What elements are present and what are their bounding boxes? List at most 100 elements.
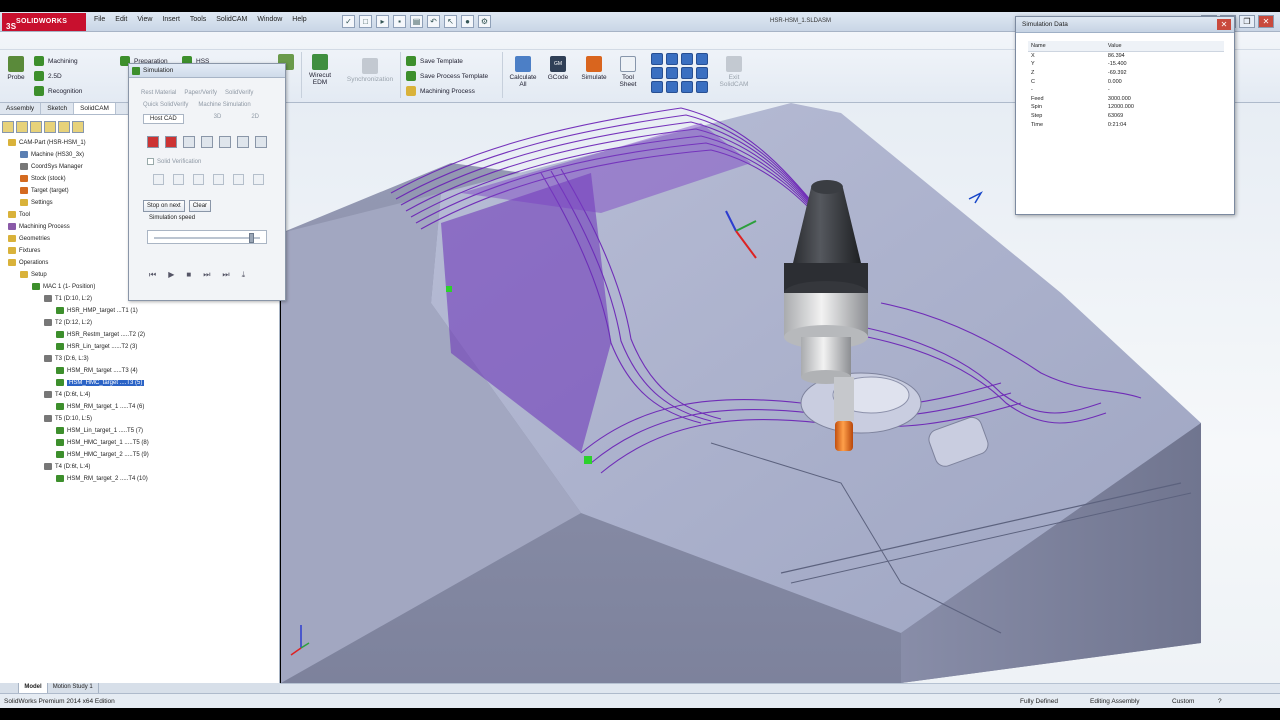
view-icon[interactable]	[681, 81, 693, 93]
2-5d-button[interactable]: 2.5D	[34, 71, 62, 81]
tab-solidverify[interactable]: SolidVerify	[225, 90, 253, 96]
simulation-data-title[interactable]: Simulation Data	[1016, 17, 1234, 33]
tree-node[interactable]: Geometries	[8, 235, 50, 242]
solid-verification-checkbox[interactable]: Solid Verification	[147, 158, 201, 165]
tree-node[interactable]: Machining Process	[8, 223, 70, 230]
tree-node[interactable]: CAM-Part (HSR-HSM_1)	[8, 139, 86, 146]
tree-operation[interactable]: HSM_HMC_target_1 .....T5 (8)	[56, 439, 149, 446]
tab-machine-simulation[interactable]: Machine Simulation	[198, 102, 250, 108]
menu-help[interactable]: Help	[292, 16, 306, 23]
view-icon[interactable]	[681, 67, 693, 79]
open-icon[interactable]: ▸	[376, 15, 389, 28]
view-icon[interactable]	[696, 67, 708, 79]
tab-solidcam[interactable]: SolidCAM	[74, 103, 116, 114]
end-icon[interactable]: ⏭	[222, 270, 229, 280]
tab-quick-solidverify[interactable]: Quick SolidVerify	[143, 102, 188, 108]
tree-tool-icon[interactable]	[30, 121, 42, 133]
tab-blank[interactable]	[0, 683, 20, 693]
tab-assembly[interactable]: Assembly	[0, 103, 42, 114]
play-icon[interactable]: ▶	[168, 270, 174, 280]
tool-shape-icon[interactable]	[201, 136, 213, 148]
status-help-icon[interactable]: ?	[1218, 698, 1222, 705]
tab-motion-study[interactable]: Motion Study 1	[48, 683, 99, 693]
option-icon[interactable]	[233, 174, 244, 185]
pin-icon[interactable]: ✓	[342, 15, 355, 28]
tree-operation[interactable]: HSM_RM_target .....T3 (4)	[56, 367, 138, 374]
horizontal-scrollbar[interactable]	[280, 683, 1280, 693]
holder-display-icon[interactable]	[165, 136, 177, 148]
menu-solidcam[interactable]: SolidCAM	[216, 16, 247, 23]
tree-operation[interactable]: HSM_RM_target_2 .....T4 (10)	[56, 475, 148, 482]
calculate-all-button[interactable]: Calculate All	[506, 56, 540, 88]
tool-sheet-button[interactable]: Tool Sheet	[616, 56, 640, 88]
tree-operation[interactable]: HSM_HMC_target ....T3 (5)	[56, 379, 145, 386]
tree-tool-icon[interactable]	[16, 121, 28, 133]
tree-operation[interactable]: HSR_Lin_target ......T2 (3)	[56, 343, 137, 350]
view-icon[interactable]	[696, 81, 708, 93]
view-icon[interactable]	[651, 81, 663, 93]
save-icon[interactable]: ▪	[393, 15, 406, 28]
tab-3d[interactable]: 3D	[214, 114, 222, 124]
machining-button[interactable]: Machining	[34, 56, 78, 66]
rebuild-icon[interactable]: ●	[461, 15, 474, 28]
option-icon[interactable]	[153, 174, 164, 185]
save-template-button[interactable]: Save Template	[406, 56, 463, 66]
toolpath-display-icon[interactable]	[183, 136, 195, 148]
tree-node[interactable]: T2 (D:12, L:2)	[44, 319, 92, 326]
tree-node[interactable]: Setup	[20, 271, 47, 278]
step-icon[interactable]: ⏭	[203, 270, 210, 280]
tree-node[interactable]: T4 (D:6t, L:4)	[44, 391, 90, 398]
stop-icon[interactable]: ■	[186, 270, 191, 280]
simulation-title[interactable]: Simulation	[129, 64, 285, 78]
grid-display-icon[interactable]	[255, 136, 267, 148]
wirecut-edm-button[interactable]: Wirecut EDM	[306, 54, 334, 86]
gcode-button[interactable]: GM GCode	[544, 56, 572, 81]
tab-model[interactable]: Model	[19, 683, 48, 693]
view-icon[interactable]	[666, 81, 678, 93]
tree-operation[interactable]: HSR_Restm_target .....T2 (2)	[56, 331, 145, 338]
tree-tool-icon[interactable]	[58, 121, 70, 133]
view-icon[interactable]	[681, 53, 693, 65]
recognition-button[interactable]: Recognition	[34, 86, 82, 96]
tree-tool-icon[interactable]	[72, 121, 84, 133]
tree-node[interactable]: Stock (stock)	[20, 175, 66, 182]
tree-node[interactable]: T4 (D:6t, L:4)	[44, 463, 90, 470]
probe-button[interactable]: Probe	[6, 56, 26, 81]
menu-edit[interactable]: Edit	[115, 16, 127, 23]
undo-icon[interactable]: ↶	[427, 15, 440, 28]
tab-2d[interactable]: 2D	[251, 114, 259, 124]
status-units[interactable]: Custom	[1172, 698, 1194, 705]
tree-operation[interactable]: HSR_HMP_target ...T1 (1)	[56, 307, 138, 314]
simulate-button[interactable]: Simulate	[578, 56, 610, 81]
tree-node[interactable]: T5 (D:10, L:5)	[44, 415, 92, 422]
rewind-icon[interactable]: ⏮	[149, 270, 156, 280]
tree-operation[interactable]: HSM_Lin_target_1 .....T5 (7)	[56, 427, 143, 434]
select-icon[interactable]: ↖	[444, 15, 457, 28]
tree-node[interactable]: MAC 1 (1- Position)	[32, 283, 95, 290]
synchronization-button[interactable]: Synchronization	[342, 58, 398, 83]
view-icon[interactable]	[666, 53, 678, 65]
tree-node[interactable]: T3 (D:6, L:3)	[44, 355, 89, 362]
menu-tools[interactable]: Tools	[190, 16, 206, 23]
view-icon[interactable]	[696, 53, 708, 65]
close-button[interactable]: ✕	[1258, 15, 1274, 28]
view-icon[interactable]	[651, 67, 663, 79]
tree-display-icon[interactable]	[237, 136, 249, 148]
machine-display-icon[interactable]	[219, 136, 231, 148]
slider-thumb[interactable]	[249, 233, 255, 243]
tree-operation[interactable]: HSM_RM_target_1 .....T4 (6)	[56, 403, 144, 410]
menu-insert[interactable]: Insert	[162, 16, 180, 23]
solidworks-logo[interactable]: 3S SOLIDWORKS	[2, 13, 86, 31]
menu-view[interactable]: View	[137, 16, 152, 23]
option-icon[interactable]	[253, 174, 264, 185]
tab-rest-material[interactable]: Rest Material	[141, 90, 176, 96]
machining-process-button[interactable]: Machining Process	[406, 86, 475, 96]
tab-paper-verify[interactable]: Paper/Verify	[184, 90, 217, 96]
option-icon[interactable]	[173, 174, 184, 185]
tree-node[interactable]: Tool	[8, 211, 30, 218]
tree-tool-icon[interactable]	[44, 121, 56, 133]
menu-file[interactable]: File	[94, 16, 105, 23]
tab-host-cad[interactable]: Host CAD	[143, 114, 184, 124]
view-icon[interactable]	[651, 53, 663, 65]
tree-tool-icon[interactable]	[2, 121, 14, 133]
